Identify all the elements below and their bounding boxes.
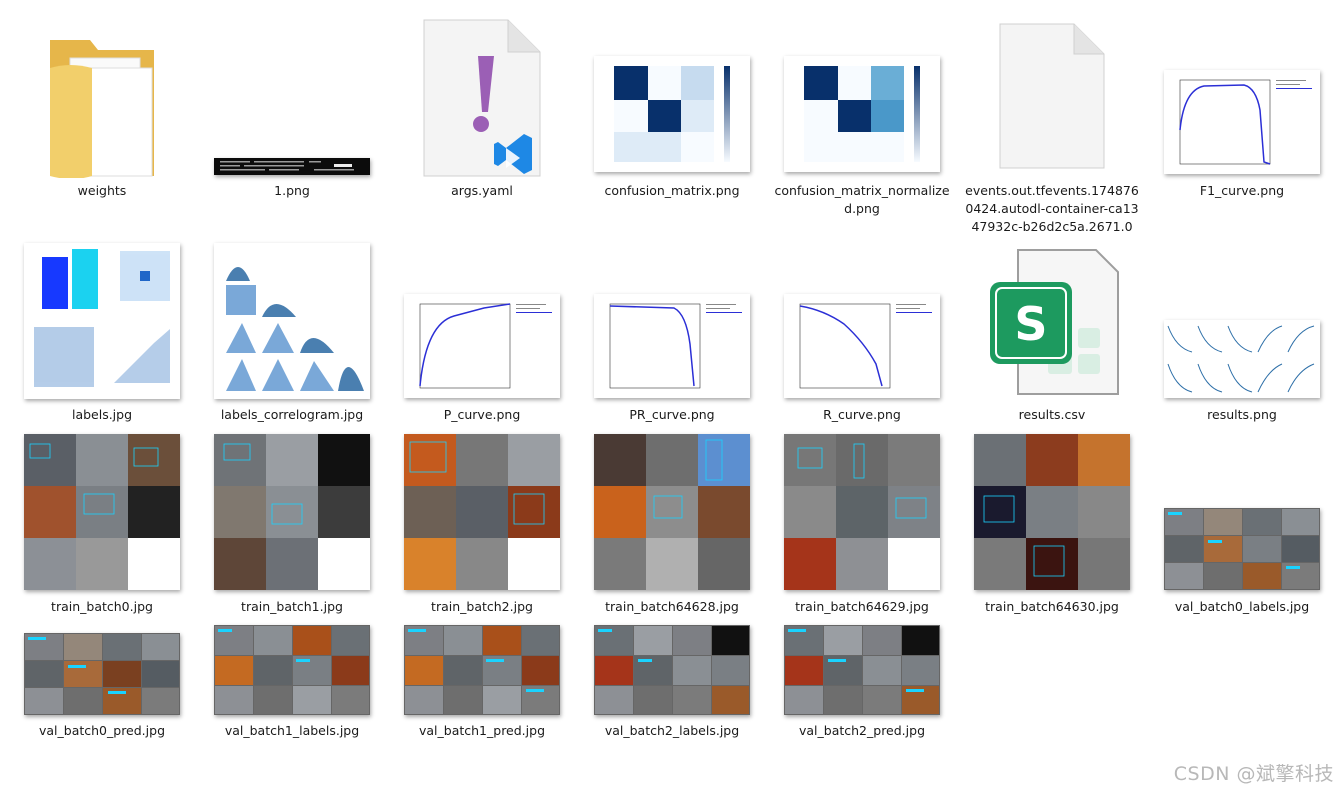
file-name: results.png xyxy=(1207,407,1277,422)
labels-thumbnail xyxy=(24,243,180,399)
file-name: events.out.tfevents.1748760424.autodl-co… xyxy=(965,183,1139,234)
val-batch-thumbnail xyxy=(1164,508,1320,590)
file-name: labels.jpg xyxy=(71,407,133,422)
file-results-png[interactable]: results.png xyxy=(1152,240,1332,430)
file-name: val_batch2_pred.jpg xyxy=(798,723,925,738)
file-name: train_batch1.jpg xyxy=(241,599,343,614)
pr-curve-thumbnail xyxy=(594,294,750,398)
file-name: results.csv xyxy=(1018,407,1086,422)
file-train-batch2[interactable]: train_batch2.jpg xyxy=(392,432,572,622)
f1-curve-thumbnail xyxy=(1164,70,1320,174)
p-curve-thumbnail xyxy=(404,294,560,398)
file-p-curve[interactable]: P_curve.png xyxy=(392,240,572,430)
file-pr-curve[interactable]: PR_curve.png xyxy=(582,240,762,430)
yaml-file-icon xyxy=(420,16,544,180)
train-batch-thumbnail xyxy=(594,434,750,590)
file-name: 1.png xyxy=(274,183,310,198)
file-labels-correlogram[interactable]: labels_correlogram.jpg xyxy=(202,240,382,430)
file-name: P_curve.png xyxy=(443,407,521,422)
file-name: F1_curve.png xyxy=(1199,183,1285,198)
train-batch-thumbnail xyxy=(214,434,370,590)
file-args-yaml[interactable]: args.yaml xyxy=(392,19,572,210)
correlogram-thumbnail xyxy=(214,243,370,399)
file-val-batch1-labels[interactable]: val_batch1_labels.jpg xyxy=(202,622,382,752)
file-weights[interactable]: weights xyxy=(12,20,192,210)
file-name: train_batch64629.jpg xyxy=(795,599,929,614)
file-name: train_batch64628.jpg xyxy=(605,599,739,614)
blank-file-icon xyxy=(996,22,1108,170)
val-batch-thumbnail xyxy=(214,625,370,715)
file-name: PR_curve.png xyxy=(629,407,715,422)
confusion-matrix-normalized-thumbnail xyxy=(784,56,940,172)
file-name: train_batch2.jpg xyxy=(431,599,533,614)
train-batch-thumbnail xyxy=(784,434,940,590)
file-name: val_batch1_pred.jpg xyxy=(418,723,545,738)
file-train-batch64629[interactable]: train_batch64629.jpg xyxy=(772,432,952,622)
file-name: train_batch64630.jpg xyxy=(985,599,1119,614)
file-events-tfevents[interactable]: events.out.tfevents.1748760424.autodl-co… xyxy=(962,20,1142,240)
val-batch-thumbnail xyxy=(784,625,940,715)
train-batch-thumbnail xyxy=(404,434,560,590)
file-results-csv[interactable]: S results.csv xyxy=(962,240,1142,430)
folder-icon xyxy=(42,28,162,178)
file-val-batch2-labels[interactable]: val_batch2_labels.jpg xyxy=(582,622,762,752)
terminal-screenshot-thumbnail xyxy=(214,158,370,175)
watermark: CSDN @斌擎科技 xyxy=(1173,763,1334,785)
file-name: labels_correlogram.jpg xyxy=(220,407,364,422)
confusion-matrix-thumbnail xyxy=(594,56,750,172)
file-name: val_batch0_labels.jpg xyxy=(1174,599,1310,614)
file-name: weights xyxy=(77,183,127,198)
file-confusion-matrix-normalized[interactable]: confusion_matrix_normalized.png xyxy=(772,20,952,220)
file-val-batch0-labels[interactable]: val_batch0_labels.jpg xyxy=(1152,432,1332,622)
file-train-batch0[interactable]: train_batch0.jpg xyxy=(12,432,192,622)
file-train-batch64630[interactable]: train_batch64630.jpg xyxy=(962,432,1142,622)
file-name: val_batch1_labels.jpg xyxy=(224,723,360,738)
file-1-png[interactable]: 1.png xyxy=(202,20,382,210)
file-f1-curve[interactable]: F1_curve.png xyxy=(1152,20,1332,210)
file-name: val_batch0_pred.jpg xyxy=(38,723,165,738)
file-name: confusion_matrix_normalized.png xyxy=(774,183,950,216)
file-val-batch1-pred[interactable]: val_batch1_pred.jpg xyxy=(392,622,572,752)
spreadsheet-file-icon: S xyxy=(984,248,1120,396)
file-val-batch2-pred[interactable]: val_batch2_pred.jpg xyxy=(772,622,952,752)
file-train-batch1[interactable]: train_batch1.jpg xyxy=(202,432,382,622)
file-name: R_curve.png xyxy=(823,407,901,422)
file-name: val_batch2_labels.jpg xyxy=(604,723,740,738)
train-batch-thumbnail xyxy=(974,434,1130,590)
file-r-curve[interactable]: R_curve.png xyxy=(772,240,952,430)
file-labels-jpg[interactable]: labels.jpg xyxy=(12,240,192,430)
train-batch-thumbnail xyxy=(24,434,180,590)
file-confusion-matrix[interactable]: confusion_matrix.png xyxy=(582,20,762,210)
val-batch-thumbnail xyxy=(404,625,560,715)
file-name: args.yaml xyxy=(451,183,513,198)
results-thumbnail xyxy=(1164,320,1320,398)
file-train-batch64628[interactable]: train_batch64628.jpg xyxy=(582,432,762,622)
val-batch-thumbnail xyxy=(594,625,750,715)
file-name: train_batch0.jpg xyxy=(51,599,153,614)
file-val-batch0-pred[interactable]: val_batch0_pred.jpg xyxy=(12,622,192,752)
file-name: confusion_matrix.png xyxy=(604,183,740,198)
svg-text:S: S xyxy=(1014,297,1047,351)
r-curve-thumbnail xyxy=(784,294,940,398)
val-batch-thumbnail xyxy=(24,633,180,715)
